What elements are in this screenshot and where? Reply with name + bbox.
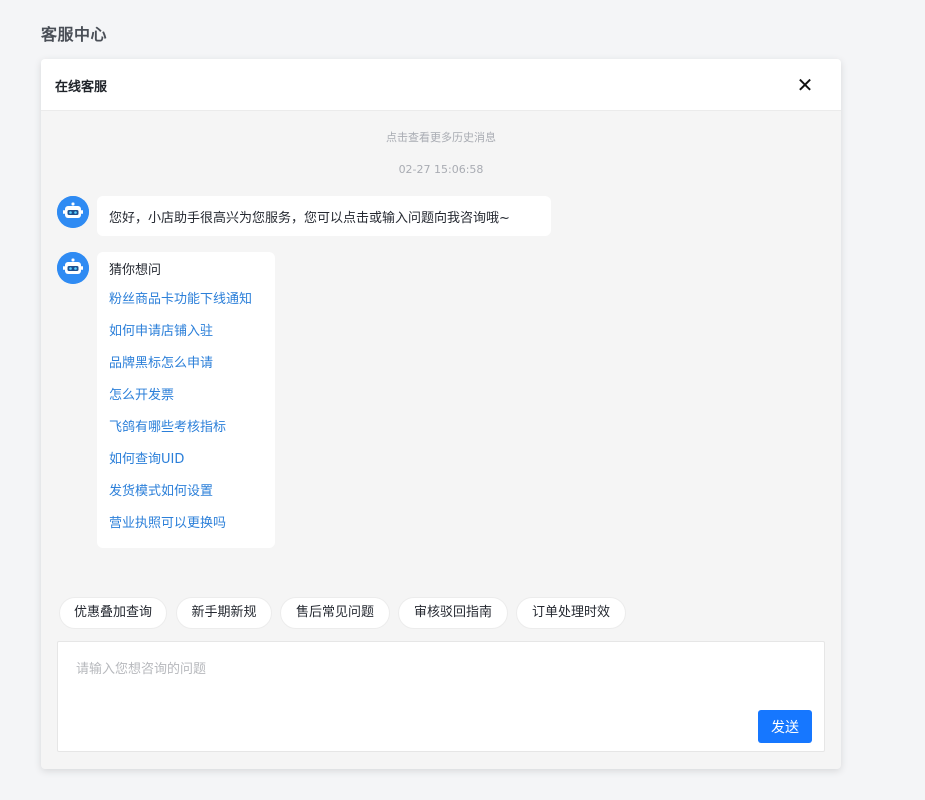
quick-chip[interactable]: 售后常见问题 <box>280 597 390 629</box>
load-history-link[interactable]: 点击查看更多历史消息 <box>41 129 841 145</box>
send-button[interactable]: 发送 <box>758 710 812 743</box>
quick-chip[interactable]: 新手期新规 <box>176 597 272 629</box>
robot-icon <box>57 252 89 284</box>
faq-heading: 猜你想问 <box>109 263 162 278</box>
faq-link[interactable]: 如何查询UID <box>109 444 263 476</box>
greeting-message: 您好，小店助手很高兴为您服务，您可以点击或输入问题向我咨询哦~ <box>97 196 551 236</box>
chat-title: 在线客服 <box>55 80 108 95</box>
chat-panel: 在线客服 ✕ 点击查看更多历史消息 02-27 15:06:58 您好，小店助手… <box>41 59 841 769</box>
message-composer: 发送 <box>57 641 825 752</box>
message-timestamp: 02-27 15:06:58 <box>398 163 484 176</box>
faq-link[interactable]: 粉丝商品卡功能下线通知 <box>109 284 263 316</box>
faq-link[interactable]: 飞鸽有哪些考核指标 <box>109 412 263 444</box>
robot-icon <box>57 196 89 228</box>
faq-link[interactable]: 品牌黑标怎么申请 <box>109 348 263 380</box>
quick-chip[interactable]: 订单处理时效 <box>516 597 626 629</box>
close-icon: ✕ <box>796 73 814 97</box>
faq-link[interactable]: 如何申请店铺入驻 <box>109 316 263 348</box>
faq-link[interactable]: 怎么开发票 <box>109 380 263 412</box>
faq-link[interactable]: 发货模式如何设置 <box>109 476 263 508</box>
faq-link[interactable]: 营业执照可以更换吗 <box>109 508 263 540</box>
quick-chip[interactable]: 优惠叠加查询 <box>59 597 167 629</box>
bot-avatar <box>57 252 89 284</box>
quick-chip[interactable]: 审核驳回指南 <box>398 597 508 629</box>
close-button[interactable]: ✕ <box>793 74 817 96</box>
page-title: 客服中心 <box>41 25 108 44</box>
faq-message: 猜你想问 粉丝商品卡功能下线通知 如何申请店铺入驻 品牌黑标怎么申请 怎么开发票… <box>97 252 275 548</box>
message-input[interactable] <box>58 642 824 706</box>
chat-header: 在线客服 ✕ <box>41 59 841 111</box>
bot-avatar <box>57 196 89 228</box>
